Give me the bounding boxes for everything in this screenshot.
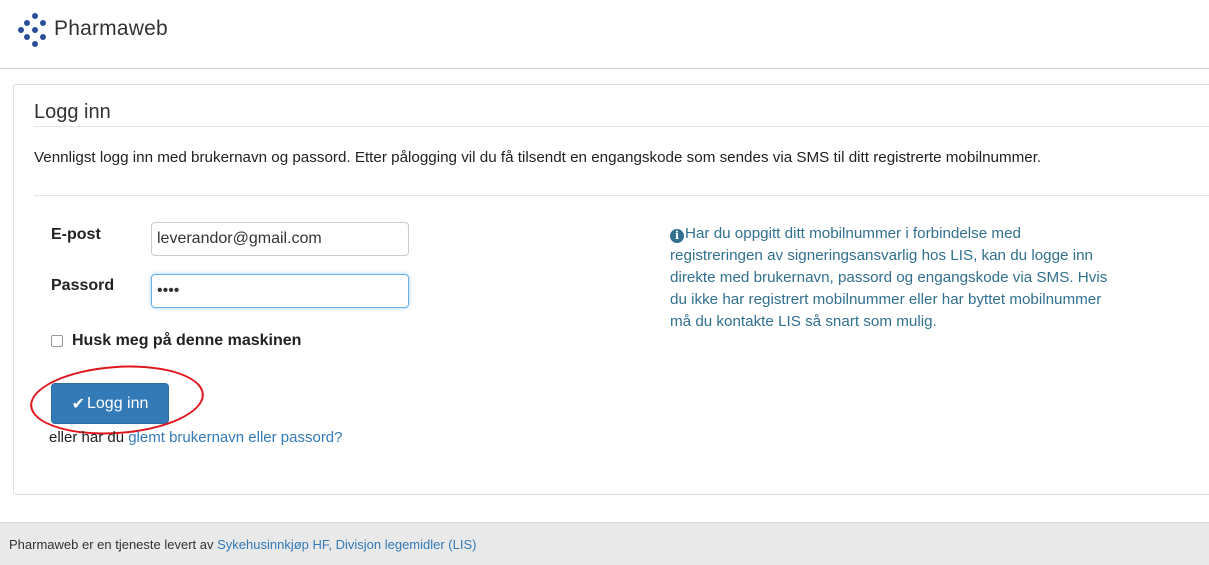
email-field[interactable] xyxy=(151,222,409,256)
page-title: Logg inn xyxy=(34,101,111,123)
login-panel: Logg inn Vennligst logg inn med brukerna… xyxy=(13,84,1209,495)
remember-me-label[interactable]: Husk meg på denne maskinen xyxy=(72,332,301,350)
footer-prefix: Pharmaweb er en tjeneste levert av xyxy=(9,537,218,552)
app-name: Pharmaweb xyxy=(54,17,168,40)
email-label: E-post xyxy=(51,226,101,243)
password-field[interactable] xyxy=(151,274,409,308)
intro-text: Vennligst logg inn med brukernavn og pas… xyxy=(34,149,1042,166)
logo[interactable]: Pharmaweb xyxy=(18,12,168,47)
forgot-prefix: eller har du xyxy=(49,429,129,446)
login-button-label: Logg inn xyxy=(87,394,149,412)
info-text: Har du oppgitt ditt mobilnummer i forbin… xyxy=(670,225,1108,330)
footer: Pharmaweb er en tjeneste levert av Sykeh… xyxy=(0,522,1209,565)
top-navbar: Pharmaweb xyxy=(0,0,1209,69)
footer-lis-link[interactable]: Sykehusinnkjøp HF, Divisjon legemidler (… xyxy=(217,537,476,552)
footer-text: Pharmaweb er en tjeneste levert av Sykeh… xyxy=(9,537,476,552)
logo-dots-icon xyxy=(18,12,50,47)
info-circle-icon: i xyxy=(670,229,684,243)
check-icon: ✔ xyxy=(71,394,85,413)
section-divider xyxy=(34,195,1209,196)
forgot-credentials-link[interactable]: glemt brukernavn eller passord? xyxy=(128,429,342,446)
login-button[interactable]: ✔ Logg inn xyxy=(51,383,169,424)
forgot-credentials-text: eller har du glemt brukernavn eller pass… xyxy=(49,429,343,446)
remember-me-checkbox[interactable] xyxy=(51,335,63,347)
password-label: Passord xyxy=(51,277,115,294)
info-box: i Har du oppgitt ditt mobilnummer i forbi… xyxy=(670,223,1110,333)
title-divider xyxy=(34,126,1209,127)
